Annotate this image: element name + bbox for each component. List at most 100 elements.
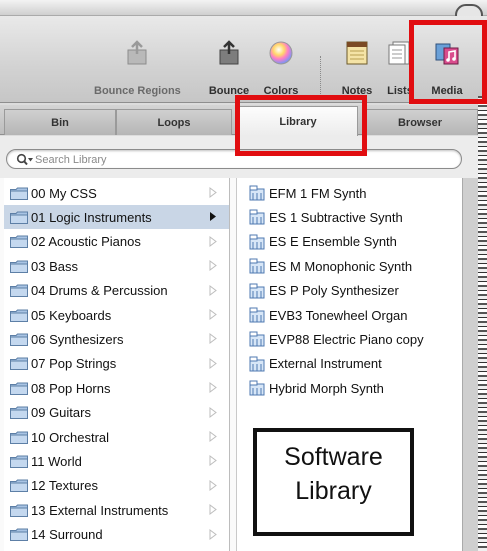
- tab-loops[interactable]: Loops: [116, 109, 232, 135]
- folder-icon: [10, 260, 28, 273]
- folder-icon: [10, 406, 28, 420]
- folder-icon: [10, 211, 28, 224]
- category-label: 11 World: [31, 453, 82, 469]
- category-row[interactable]: 06 Synthesizers: [4, 327, 229, 351]
- folder-icon: [10, 504, 28, 517]
- category-label: 03 Bass: [31, 258, 78, 274]
- folder-icon: [10, 479, 28, 493]
- category-label: 07 Pop Strings: [31, 356, 117, 372]
- instrument-label: ES M Monophonic Synth: [269, 258, 413, 274]
- media-highlight-box: [409, 20, 487, 104]
- category-label: 01 Logic Instruments: [31, 209, 152, 225]
- folder-icon: [10, 382, 28, 395]
- category-row[interactable]: 12 Textures: [4, 474, 229, 498]
- folder-icon: [10, 431, 28, 444]
- instrument-patch-icon: [249, 258, 265, 274]
- category-label: 06 Synthesizers: [31, 331, 124, 347]
- category-row[interactable]: 14 Surround: [4, 523, 229, 547]
- instrument-patch-icon: [249, 307, 265, 323]
- tab-bin[interactable]: Bin: [4, 109, 116, 135]
- expand-arrow-icon: [209, 187, 217, 198]
- callout-line-1: Software: [284, 443, 383, 471]
- window-edge: [478, 96, 487, 551]
- category-row[interactable]: 00 My CSS: [4, 181, 229, 205]
- instrument-patch-icon: [249, 331, 265, 347]
- instrument-patch-icon: [249, 380, 265, 396]
- category-label: 14 Surround: [31, 527, 103, 543]
- instrument-patch-icon: [249, 209, 265, 225]
- instrument-label: EVP88 Electric Piano copy: [269, 331, 424, 347]
- instrument-label: ES 1 Subtractive Synth: [269, 209, 403, 225]
- category-list: 00 My CSS 01 Logic Instruments 02 Acoustic…: [4, 178, 230, 551]
- bounce-button[interactable]: Bounce: [206, 40, 252, 97]
- folder-icon: [10, 235, 28, 249]
- expand-arrow-icon: [209, 528, 217, 540]
- instrument-row[interactable]: EFM 1 FM Synth: [237, 181, 462, 205]
- instrument-row[interactable]: ES P Poly Synthesizer: [237, 279, 462, 303]
- category-label: 00 My CSS: [31, 185, 97, 201]
- category-row[interactable]: 08 Pop Horns: [4, 376, 229, 400]
- instrument-row[interactable]: ES E Ensemble Synth: [237, 230, 462, 254]
- category-row[interactable]: 10 Orchestral: [4, 425, 229, 449]
- category-label: 12 Textures: [31, 478, 98, 494]
- folder-icon: [10, 333, 28, 346]
- instrument-label: External Instrument: [269, 356, 382, 372]
- instrument-label: ES E Ensemble Synth: [269, 234, 397, 250]
- category-label: 10 Orchestral: [31, 429, 110, 445]
- callout-line-2: Library: [295, 477, 372, 505]
- tab-browser[interactable]: Browser: [362, 109, 478, 135]
- expand-arrow-icon: [209, 309, 217, 320]
- folder-icon: [10, 455, 28, 468]
- library-tab-highlight-box: [235, 95, 367, 156]
- colors-button[interactable]: Colors: [256, 40, 306, 97]
- instrument-label: EVB3 Tonewheel Organ: [269, 307, 408, 323]
- bounce-regions-icon: [127, 40, 147, 65]
- category-row[interactable]: 04 Drums & Percussion: [4, 279, 229, 303]
- category-label: 09 Guitars: [31, 405, 91, 421]
- instrument-label: ES P Poly Synthesizer: [269, 283, 399, 299]
- notes-button[interactable]: Notes: [335, 40, 379, 97]
- category-label: 05 Keyboards: [31, 307, 112, 323]
- category-row[interactable]: 03 Bass: [4, 254, 229, 278]
- instrument-row[interactable]: EVP88 Electric Piano copy: [237, 327, 462, 351]
- category-row[interactable]: 02 Acoustic Pianos: [4, 230, 229, 254]
- folder-icon: [10, 309, 28, 322]
- category-row[interactable]: 09 Guitars: [4, 401, 229, 425]
- instrument-row[interactable]: ES M Monophonic Synth: [237, 254, 462, 278]
- instrument-patch-icon: [249, 234, 265, 250]
- instrument-label: Hybrid Morph Synth: [269, 380, 384, 396]
- instrument-row[interactable]: External Instrument: [237, 352, 462, 376]
- instrument-patch-icon: [249, 356, 265, 372]
- instrument-patch-icon: [249, 185, 265, 201]
- expand-arrow-icon: [210, 212, 216, 222]
- expand-arrow-icon: [209, 260, 217, 272]
- instrument-row[interactable]: EVB3 Tonewheel Organ: [237, 303, 462, 327]
- colors-icon: [269, 41, 293, 65]
- folder-icon: [10, 528, 28, 542]
- category-row[interactable]: 07 Pop Strings: [4, 352, 229, 376]
- category-row[interactable]: 13 External Instruments: [4, 498, 229, 522]
- folder-icon: [10, 187, 28, 200]
- expand-arrow-icon: [209, 284, 217, 296]
- instrument-label: EFM 1 FM Synth: [269, 185, 367, 201]
- category-row[interactable]: 01 Logic Instruments: [4, 205, 229, 230]
- expand-arrow-icon: [209, 455, 217, 467]
- category-label: 04 Drums & Percussion: [31, 283, 168, 299]
- expand-arrow-icon: [209, 333, 217, 345]
- search-icon[interactable]: [16, 153, 34, 167]
- bounce-regions-label: Bounce Regions: [94, 85, 181, 97]
- search-field[interactable]: [6, 149, 462, 169]
- category-label: 13 External Instruments: [31, 502, 169, 518]
- instrument-patch-icon: [249, 283, 265, 299]
- instrument-row[interactable]: ES 1 Subtractive Synth: [237, 205, 462, 229]
- instrument-row[interactable]: Hybrid Morph Synth: [237, 376, 462, 400]
- bounce-regions-button[interactable]: Bounce Regions: [94, 40, 181, 97]
- expand-arrow-icon: [209, 357, 217, 369]
- expand-arrow-icon: [209, 406, 217, 418]
- category-row[interactable]: 05 Keyboards: [4, 303, 229, 327]
- expand-arrow-icon: [209, 431, 217, 442]
- category-row[interactable]: 11 World: [4, 449, 229, 473]
- title-strip: [0, 0, 487, 16]
- expand-arrow-icon: [209, 479, 217, 491]
- toolbar-separator: [320, 56, 321, 100]
